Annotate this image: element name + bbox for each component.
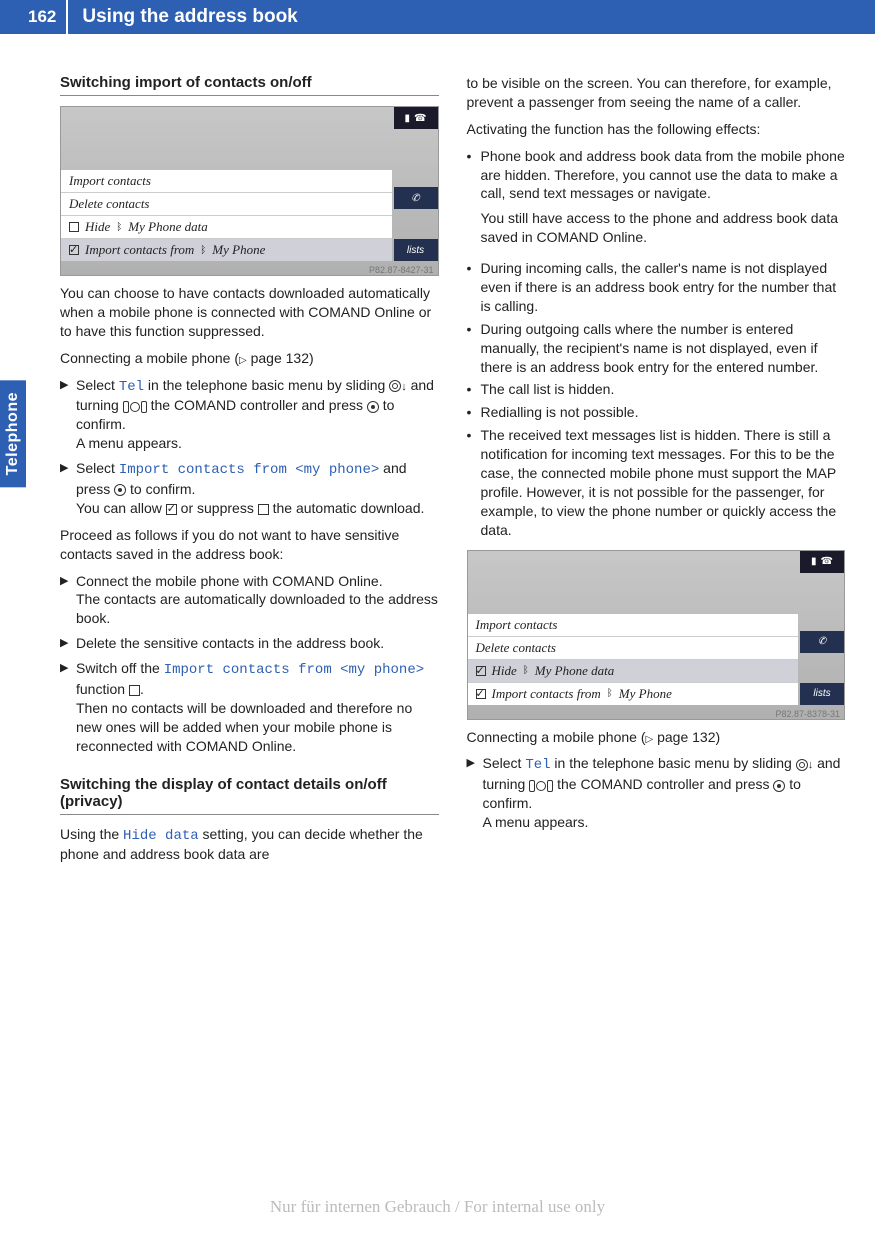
paragraph: Using the Hide data setting, you can dec…: [60, 825, 439, 865]
phone-side-icon: ✆: [394, 187, 438, 209]
step-result: A menu appears.: [483, 813, 846, 832]
bullet-icon: •: [467, 380, 481, 399]
paragraph: You can choose to have contacts download…: [60, 284, 439, 341]
step-item: ▶ Switch off the Import contacts from <m…: [60, 659, 439, 755]
heading-privacy: Switching the display of contact details…: [60, 776, 439, 815]
lists-button: lists: [800, 683, 844, 705]
screenshot-menu: Import contacts Delete contacts Hide ᛒ M…: [61, 170, 392, 261]
menu-ref-tel: Tel: [525, 757, 550, 773]
menu-ref-tel: Tel: [119, 379, 144, 395]
triangle-icon: ▶: [60, 634, 76, 653]
step-item: ▶ Select Import contacts from <my phone>…: [60, 459, 439, 518]
screenshot-caption: P82.87-8378-31: [775, 709, 840, 719]
phone-side-icon: ✆: [800, 631, 844, 653]
controller-press-icon: [367, 401, 379, 413]
triangle-icon: ▶: [60, 459, 76, 518]
checkbox-off-icon: [129, 685, 140, 696]
step-result: The contacts are automatically downloade…: [76, 590, 439, 628]
triangle-icon: ▶: [60, 659, 76, 755]
menu-item: Import contacts: [468, 614, 799, 636]
step-result: You can allow or suppress the automatic …: [76, 499, 439, 518]
bullet-item: • The call list is hidden.: [467, 380, 846, 399]
controller-slide-icon: [389, 380, 401, 392]
step-item: ▶ Select Tel in the telephone basic menu…: [467, 754, 846, 832]
step-item: ▶ Delete the sensitive contacts in the a…: [60, 634, 439, 653]
bullet-icon: •: [467, 426, 481, 539]
controller-turn-icon: [123, 401, 147, 413]
status-bar-icons: ▮☎: [394, 107, 438, 129]
step-item: ▶ Connect the mobile phone with COMAND O…: [60, 572, 439, 629]
screenshot-menu: Import contacts Delete contacts Hide ᛒ M…: [468, 614, 799, 705]
lists-button: lists: [394, 239, 438, 261]
paragraph: Connecting a mobile phone (▷ page 132): [467, 728, 846, 747]
watermark-text: Nur für internen Gebrauch / For internal…: [0, 1197, 875, 1217]
menu-ref-hide-data: Hide data: [123, 828, 199, 844]
triangle-icon: ▷: [239, 355, 247, 366]
menu-ref-import: Import contacts from <my phone>: [119, 462, 379, 478]
paragraph: Activating the function has the followin…: [467, 120, 846, 139]
bullet-item: • The received text messages list is hid…: [467, 426, 846, 539]
menu-item: Delete contacts: [468, 636, 799, 659]
bullet-icon: •: [467, 403, 481, 422]
triangle-icon: ▶: [60, 572, 76, 629]
bullet-icon: •: [467, 259, 481, 316]
step-result: A menu appears.: [76, 434, 439, 453]
controller-turn-icon: [529, 780, 553, 792]
menu-item: Hide ᛒ My Phone data: [61, 215, 392, 238]
page-number: 162: [0, 0, 68, 34]
page-header: 162 Using the address book: [0, 0, 875, 34]
checkbox-on-icon: [166, 504, 177, 515]
heading-import-switch: Switching import of contacts on/off: [60, 74, 439, 96]
menu-item: Delete contacts: [61, 192, 392, 215]
right-column: to be visible on the screen. You can the…: [467, 74, 846, 872]
step-result: Then no contacts will be downloaded and …: [76, 699, 439, 756]
bullet-icon: •: [467, 147, 481, 255]
header-title: Using the address book: [68, 6, 297, 28]
bullet-item: • During outgoing calls where the number…: [467, 320, 846, 377]
status-bar-icons: ▮☎: [800, 551, 844, 573]
menu-item-selected: Hide ᛒ My Phone data: [468, 659, 799, 682]
triangle-icon: ▶: [467, 754, 483, 832]
controller-press-icon: [114, 484, 126, 496]
menu-ref-import: Import contacts from <my phone>: [164, 662, 424, 678]
comand-screenshot-import: ▮☎ ✆ lists Import contacts Delete contac…: [60, 106, 439, 276]
controller-press-icon: [773, 780, 785, 792]
paragraph: to be visible on the screen. You can the…: [467, 74, 846, 112]
controller-slide-icon: [796, 759, 808, 771]
screenshot-caption: P82.87-8427-31: [369, 265, 434, 275]
bullet-subtext: You still have access to the phone and a…: [481, 209, 846, 247]
comand-screenshot-hide: ▮☎ ✆ lists Import contacts Delete contac…: [467, 550, 846, 720]
paragraph: Proceed as follows if you do not want to…: [60, 526, 439, 564]
bullet-icon: •: [467, 320, 481, 377]
bullet-item: • During incoming calls, the caller's na…: [467, 259, 846, 316]
left-column: Switching import of contacts on/off ▮☎ ✆…: [60, 74, 439, 872]
paragraph: Connecting a mobile phone (▷ page 132): [60, 349, 439, 368]
bullet-item: • Redialling is not possible.: [467, 403, 846, 422]
menu-item: Import contacts from ᛒ My Phone: [468, 682, 799, 705]
section-tab-telephone: Telephone: [0, 380, 26, 487]
checkbox-off-icon: [258, 504, 269, 515]
triangle-icon: ▶: [60, 376, 76, 454]
bullet-item: • Phone book and address book data from …: [467, 147, 846, 255]
menu-item-selected: Import contacts from ᛒ My Phone: [61, 238, 392, 261]
step-item: ▶ Select Tel in the telephone basic menu…: [60, 376, 439, 454]
menu-item: Import contacts: [61, 170, 392, 192]
